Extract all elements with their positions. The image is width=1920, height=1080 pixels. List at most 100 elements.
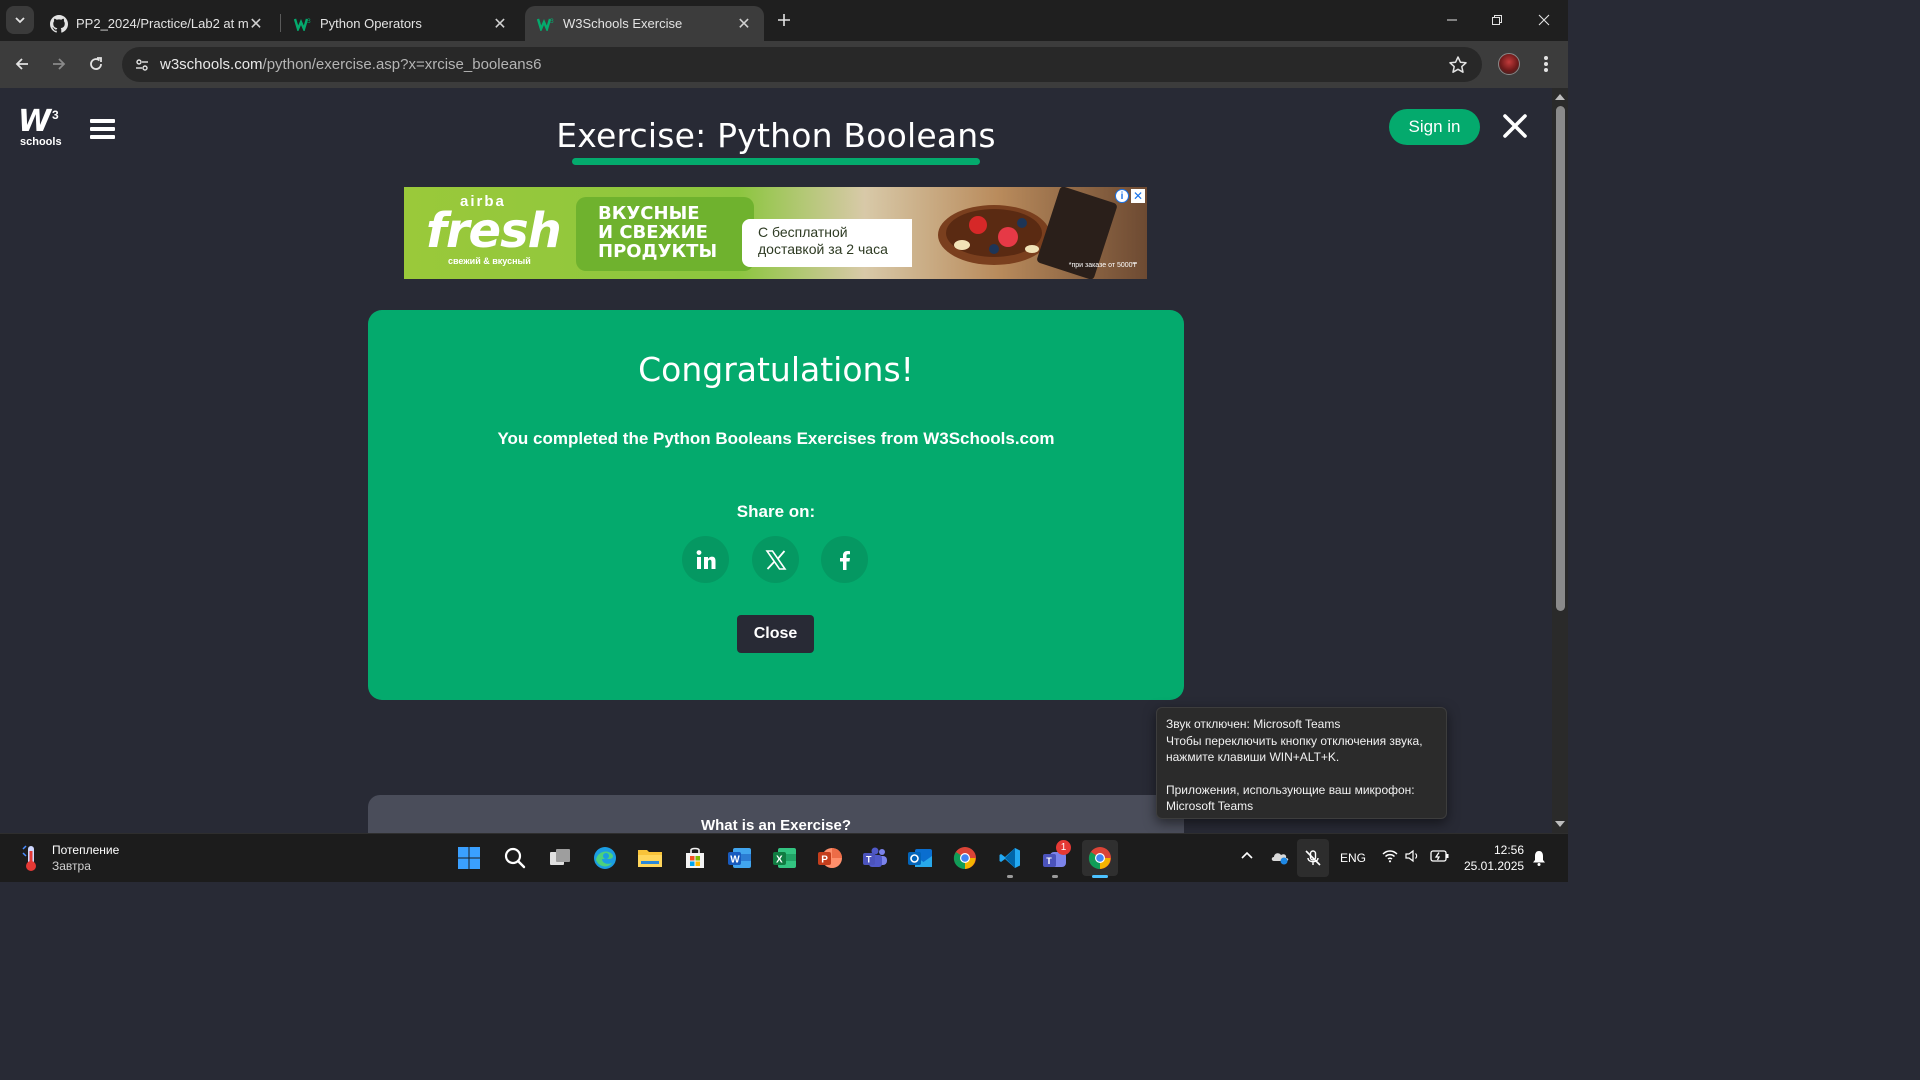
scroll-up-arrow-icon[interactable] [1555, 94, 1565, 100]
browser-menu-button[interactable] [1536, 53, 1556, 75]
active-app-indicator [1092, 875, 1108, 878]
mic-muted-button[interactable] [1297, 839, 1329, 877]
github-icon [50, 14, 68, 33]
weather-subtitle: Завтра [52, 859, 91, 873]
show-hidden-icons-button[interactable] [1240, 849, 1254, 866]
w3schools-favicon-icon: 3 [294, 18, 311, 31]
ad-close-icon[interactable]: ✕ [1131, 189, 1145, 203]
ad-badge-line: И СВЕЖИЕ [598, 222, 708, 243]
restore-button[interactable] [1485, 8, 1509, 32]
edge-icon[interactable] [590, 843, 620, 873]
profile-avatar[interactable] [1498, 53, 1520, 75]
ad-offer: С бесплатной доставкой за 2 часа [742, 219, 912, 267]
store-icon[interactable] [680, 843, 710, 873]
forward-button[interactable] [47, 52, 71, 76]
windows-start-icon[interactable] [454, 843, 484, 873]
tab-separator [280, 14, 281, 32]
svg-text:3: 3 [307, 18, 311, 25]
chevron-up-icon [1241, 851, 1253, 859]
share-linkedin-button[interactable] [682, 536, 729, 583]
onedrive-icon[interactable] [1270, 849, 1290, 868]
ad-brand-name: fresh [426, 203, 562, 259]
tab-title: Python Operators [320, 16, 422, 31]
notifications-bell-icon[interactable] [1532, 850, 1546, 869]
new-tab-button[interactable] [772, 8, 796, 32]
tab-w3schools-exercise[interactable]: 3 W3Schools Exercise ✕ [525, 6, 764, 41]
mic-off-icon [1305, 850, 1321, 866]
x-icon [764, 549, 787, 570]
close-icon [1538, 14, 1550, 26]
bookmark-star-icon[interactable] [1448, 55, 1468, 75]
advertisement-banner[interactable]: airba fresh свежий & вкусный ВКУСНЫЕ И С… [404, 187, 1147, 279]
share-x-button[interactable] [752, 536, 799, 583]
svg-text:W: W [730, 855, 740, 866]
ad-offer-line: доставкой за 2 часа [758, 241, 888, 257]
chrome-active-icon[interactable] [1082, 840, 1118, 876]
task-view-icon[interactable] [545, 843, 575, 873]
chevron-down-icon [15, 17, 25, 24]
arrow-left-icon [15, 58, 28, 70]
powerpoint-icon[interactable]: P [815, 843, 845, 873]
svg-text:3: 3 [550, 18, 554, 25]
minimize-button[interactable] [1440, 8, 1464, 32]
input-language[interactable]: ENG [1340, 851, 1366, 865]
share-facebook-button[interactable] [821, 536, 868, 583]
close-button[interactable]: Close [737, 615, 814, 653]
outlook-icon[interactable] [905, 843, 935, 873]
tab-search-button[interactable] [6, 6, 34, 34]
svg-text:T: T [866, 855, 872, 865]
taskbar-clock[interactable]: 12:56 25.01.2025 [1464, 842, 1524, 874]
running-indicator [1052, 875, 1058, 878]
tooltip-line: Microsoft Teams [1166, 799, 1254, 813]
share-label: Share on: [736, 502, 816, 521]
sign-in-button[interactable]: Sign in [1389, 109, 1480, 145]
teams-icon[interactable]: T [860, 843, 890, 873]
tab-github[interactable]: PP2_2024/Practice/Lab2 at mai ✕ [38, 6, 276, 41]
excel-icon[interactable]: X [770, 843, 800, 873]
url-text[interactable]: w3schools.com/python/exercise.asp?x=xrci… [160, 56, 541, 73]
svg-text:X: X [776, 855, 783, 866]
url-path: /python/exercise.asp?x=xrcise_booleans6 [262, 56, 542, 73]
file-explorer-icon[interactable] [635, 843, 665, 873]
word-icon[interactable]: W [725, 843, 755, 873]
mic-muted-tooltip: Звук отключен: Microsoft Teams Чтобы пер… [1156, 707, 1447, 819]
page-scrollbar[interactable] [1552, 88, 1568, 833]
weather-title: Потепление [52, 843, 120, 857]
vscode-icon[interactable] [995, 843, 1025, 873]
svg-text:P: P [821, 855, 828, 866]
close-tab-icon[interactable]: ✕ [248, 16, 264, 33]
battery-icon[interactable] [1430, 849, 1450, 866]
teams-new-icon[interactable]: T 1 [1040, 840, 1071, 873]
close-tab-icon[interactable]: ✕ [736, 16, 752, 33]
search-icon[interactable] [500, 843, 530, 873]
ad-badge: ВКУСНЫЕ И СВЕЖИЕ ПРОДУКТЫ [576, 197, 754, 271]
close-exercise-icon[interactable] [1501, 112, 1529, 140]
wifi-icon[interactable] [1382, 849, 1398, 866]
tab-python-operators[interactable]: 3 Python Operators ✕ [282, 6, 520, 41]
reload-icon [90, 57, 102, 70]
volume-icon[interactable] [1405, 849, 1421, 866]
linkedin-icon [696, 549, 715, 569]
back-button[interactable] [10, 52, 34, 76]
close-tab-icon[interactable]: ✕ [492, 16, 508, 33]
facebook-icon [839, 550, 850, 570]
tooltip-line: нажмите клавиши WIN+ALT+K. [1166, 750, 1340, 764]
clock-date: 25.01.2025 [1464, 859, 1525, 873]
site-info-button[interactable] [130, 53, 154, 77]
windows-taskbar: Потепление Завтра W X P T T 1 ENG 12:56 … [0, 833, 1568, 882]
running-indicator [1007, 875, 1013, 878]
tooltip-line: Приложения, использующие ваш микрофон: [1166, 782, 1415, 797]
plus-icon [778, 14, 790, 26]
congratulations-card: Congratulations! You completed the Pytho… [368, 310, 1184, 700]
weather-widget[interactable]: Потепление Завтра [20, 842, 119, 874]
thermometer-icon [22, 845, 36, 871]
tab-title: W3Schools Exercise [563, 16, 683, 31]
window-close-button[interactable] [1532, 8, 1556, 32]
scroll-down-arrow-icon[interactable] [1555, 821, 1565, 827]
ad-info-icon[interactable]: i [1115, 189, 1129, 203]
reload-button[interactable] [84, 52, 108, 76]
chrome-icon[interactable] [950, 843, 980, 873]
address-bar[interactable]: w3schools.com/python/exercise.asp?x=xrci… [122, 47, 1482, 82]
scrollbar-thumb[interactable] [1556, 106, 1565, 611]
restore-icon [1492, 15, 1502, 25]
